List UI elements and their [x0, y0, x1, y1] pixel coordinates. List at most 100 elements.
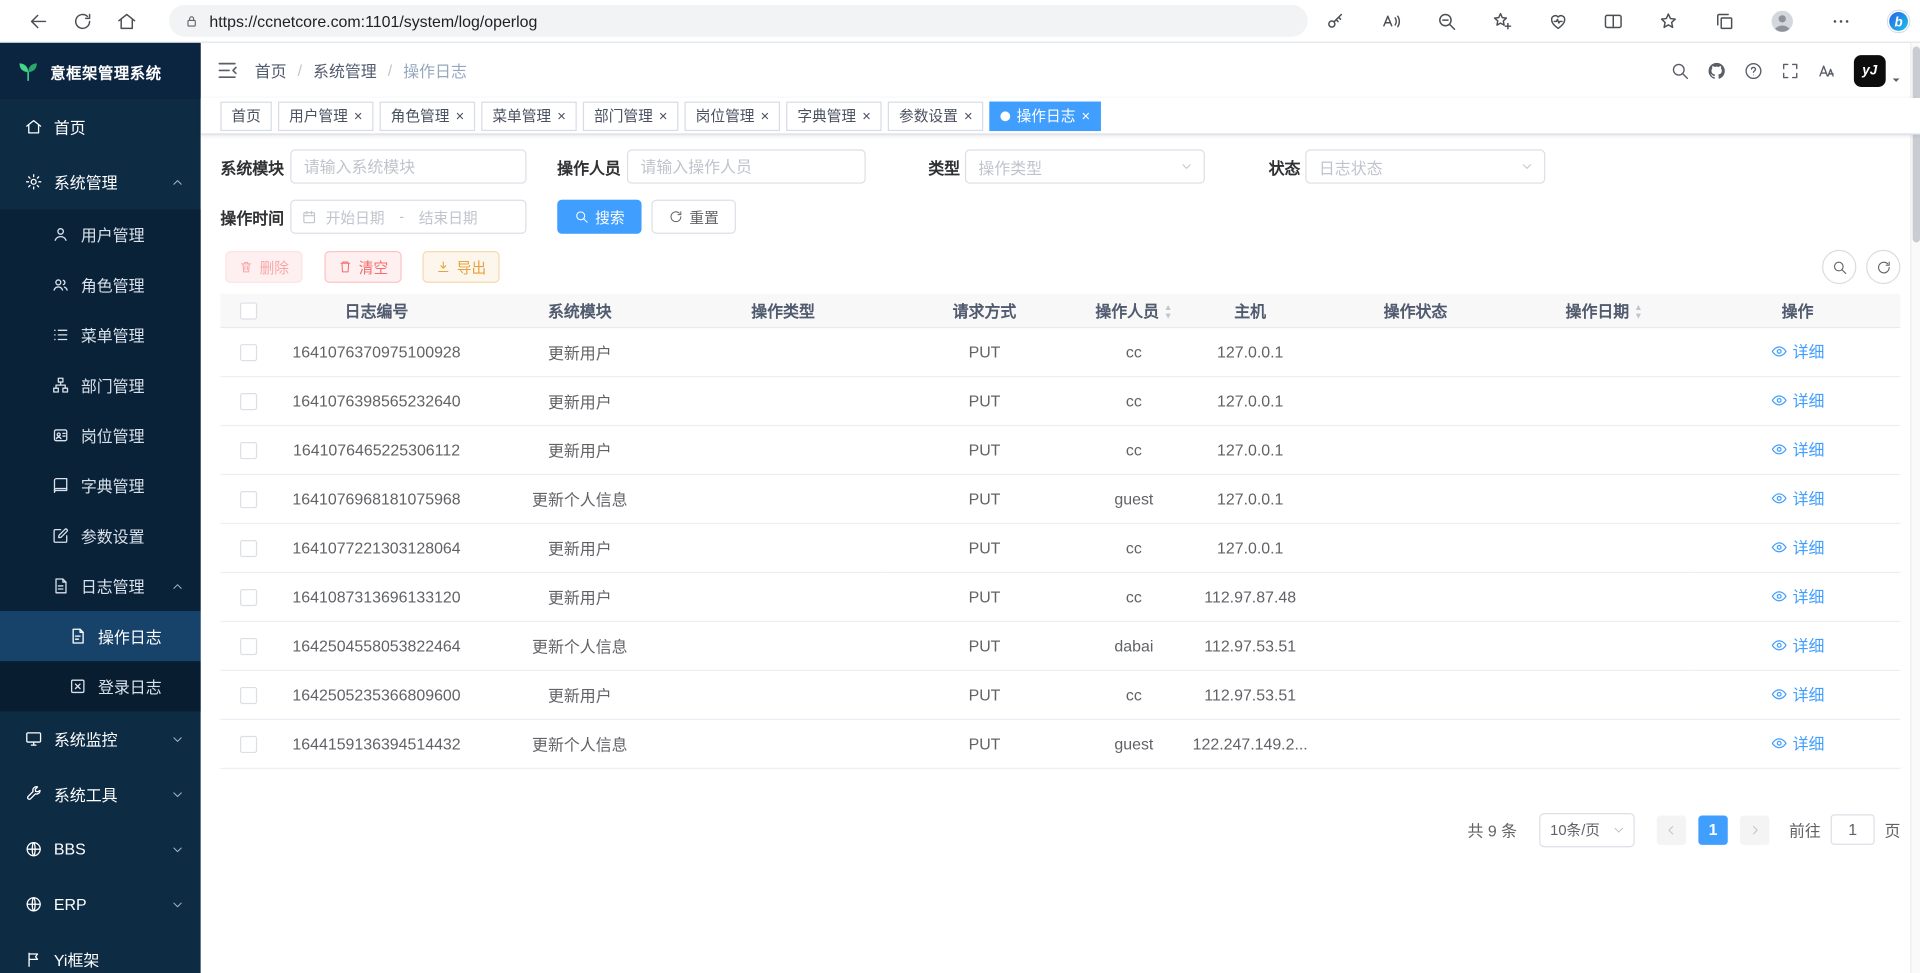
sidebar-item-system-monitor[interactable]: 系统监控	[0, 711, 201, 766]
column-header-operator[interactable]: 操作人员▲▼	[1085, 294, 1183, 327]
tab-oper-log[interactable]: 操作日志×	[990, 101, 1101, 130]
tab-post-mgmt[interactable]: 岗位管理×	[685, 101, 781, 130]
module-input[interactable]	[290, 149, 526, 183]
export-button[interactable]: 导出	[422, 251, 499, 283]
tab-role-mgmt[interactable]: 角色管理×	[380, 101, 476, 130]
operator-input[interactable]	[627, 149, 866, 183]
sidebar-item-home[interactable]: 首页	[0, 99, 201, 154]
row-checkbox[interactable]	[239, 344, 256, 361]
user-avatar-button[interactable]: yJ	[1854, 54, 1903, 86]
close-icon[interactable]: ×	[1082, 108, 1091, 123]
close-icon[interactable]: ×	[862, 108, 871, 123]
browser-home-button[interactable]	[110, 5, 142, 37]
close-icon[interactable]: ×	[354, 108, 363, 123]
detail-link[interactable]: 详细	[1771, 339, 1825, 362]
search-button[interactable]: 搜索	[557, 200, 642, 234]
sidebar-item-user-mgmt[interactable]: 用户管理	[0, 209, 201, 259]
password-key-button[interactable]	[1325, 10, 1346, 31]
close-icon[interactable]: ×	[557, 108, 566, 123]
row-checkbox[interactable]	[239, 638, 256, 655]
select-all-checkbox[interactable]	[239, 302, 256, 319]
tab-param-settings[interactable]: 参数设置×	[888, 101, 984, 130]
tab-menu-mgmt[interactable]: 菜单管理×	[481, 101, 577, 130]
row-checkbox[interactable]	[239, 589, 256, 606]
prev-page-button[interactable]	[1657, 815, 1686, 844]
goto-page-input[interactable]	[1831, 814, 1875, 845]
sidebar-item-post-mgmt[interactable]: 岗位管理	[0, 410, 201, 460]
address-bar[interactable]: https://ccnetcore.com:1101/system/log/op…	[169, 5, 1308, 37]
detail-link[interactable]: 详细	[1771, 731, 1825, 754]
scrollbar-thumb[interactable]	[1913, 47, 1920, 243]
detail-link[interactable]: 详细	[1771, 437, 1825, 460]
page-1-button[interactable]: 1	[1698, 815, 1727, 844]
tab-dict-mgmt[interactable]: 字典管理×	[786, 101, 882, 130]
row-checkbox[interactable]	[239, 393, 256, 410]
row-checkbox[interactable]	[239, 540, 256, 557]
sidebar-item-log-mgmt[interactable]: 日志管理	[0, 561, 201, 611]
breadcrumb-item[interactable]: 系统管理	[313, 59, 377, 82]
sidebar-item-dept-mgmt[interactable]: 部门管理	[0, 360, 201, 410]
detail-link[interactable]: 详细	[1771, 584, 1825, 607]
sort-carets-icon[interactable]: ▲▼	[1164, 304, 1172, 321]
sidebar-item-role-mgmt[interactable]: 角色管理	[0, 260, 201, 310]
column-header-sel[interactable]	[220, 294, 275, 327]
sidebar-item-erp[interactable]: ERP	[0, 877, 201, 932]
collections-button[interactable]	[1714, 10, 1735, 31]
tab-home[interactable]: 首页	[220, 101, 271, 130]
menu-fold-button[interactable]	[216, 59, 239, 82]
copilot-button[interactable]: b	[1886, 8, 1912, 34]
close-icon[interactable]: ×	[456, 108, 465, 123]
detail-link[interactable]: 详细	[1771, 486, 1825, 509]
toggle-search-button[interactable]	[1822, 250, 1856, 284]
date-range-picker[interactable]: 开始日期 - 结束日期	[290, 200, 526, 234]
favorites-button[interactable]	[1658, 10, 1679, 31]
row-checkbox[interactable]	[239, 442, 256, 459]
sidebar-item-menu-mgmt[interactable]: 菜单管理	[0, 310, 201, 360]
sort-carets-icon[interactable]: ▲▼	[1634, 304, 1642, 321]
profile-button[interactable]	[1770, 8, 1796, 34]
fullscreen-button[interactable]	[1780, 61, 1800, 81]
close-icon[interactable]: ×	[761, 108, 770, 123]
zoom-button[interactable]	[1436, 10, 1457, 31]
reload-button[interactable]	[66, 5, 98, 37]
detail-link[interactable]: 详细	[1771, 633, 1825, 656]
sidebar-item-login-log[interactable]: 登录日志	[0, 661, 201, 711]
sidebar-item-oper-log[interactable]: 操作日志	[0, 611, 201, 661]
detail-link[interactable]: 详细	[1771, 682, 1825, 705]
header-search-button[interactable]	[1670, 61, 1690, 81]
read-aloud-button[interactable]	[1380, 10, 1401, 31]
refresh-table-button[interactable]	[1866, 250, 1900, 284]
row-checkbox[interactable]	[239, 736, 256, 753]
add-favorite-button[interactable]	[1492, 10, 1513, 31]
breadcrumb-item[interactable]: 首页	[255, 59, 287, 82]
next-page-button[interactable]	[1740, 815, 1769, 844]
page-scrollbar[interactable]	[1910, 43, 1920, 973]
sidebar-item-bbs[interactable]: BBS	[0, 822, 201, 877]
browser-menu-button[interactable]	[1830, 10, 1851, 31]
row-checkbox[interactable]	[239, 491, 256, 508]
row-checkbox[interactable]	[239, 687, 256, 704]
tab-user-mgmt[interactable]: 用户管理×	[278, 101, 374, 130]
back-button[interactable]	[22, 5, 54, 37]
sidebar-item-system-tools[interactable]: 系统工具	[0, 767, 201, 822]
detail-link[interactable]: 详细	[1771, 388, 1825, 411]
clear-button[interactable]: 清空	[325, 251, 402, 283]
reset-button[interactable]: 重置	[651, 200, 736, 234]
split-screen-button[interactable]	[1603, 10, 1624, 31]
type-select[interactable]: 操作类型	[965, 149, 1205, 183]
sidebar-item-dict-mgmt[interactable]: 字典管理	[0, 460, 201, 510]
column-header-date[interactable]: 操作日期▲▼	[1513, 294, 1694, 327]
browser-essentials-button[interactable]	[1547, 10, 1568, 31]
close-icon[interactable]: ×	[659, 108, 668, 123]
status-select[interactable]: 日志状态	[1305, 149, 1545, 183]
help-button[interactable]	[1744, 61, 1764, 81]
font-size-button[interactable]	[1817, 61, 1837, 81]
close-icon[interactable]: ×	[964, 108, 973, 123]
app-logo[interactable]: 意框架管理系统	[0, 43, 201, 99]
sidebar-item-param-settings[interactable]: 参数设置	[0, 511, 201, 561]
sidebar-item-system-mgmt[interactable]: 系统管理	[0, 154, 201, 209]
github-button[interactable]	[1707, 61, 1727, 81]
detail-link[interactable]: 详细	[1771, 535, 1825, 558]
page-size-select[interactable]: 10条/页	[1539, 812, 1635, 846]
tab-dept-mgmt[interactable]: 部门管理×	[583, 101, 679, 130]
